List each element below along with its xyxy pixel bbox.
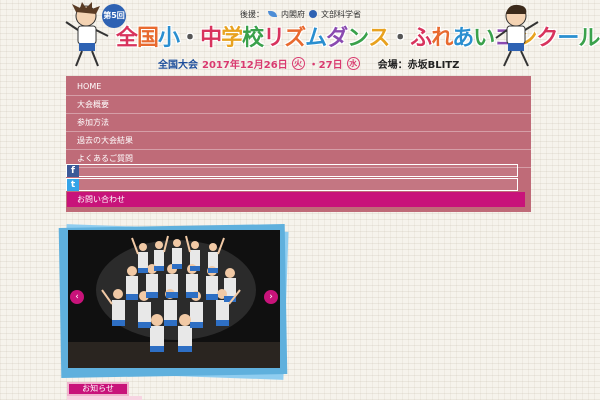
venue: 会場：赤坂BLITZ [377,59,460,71]
title-char: あ [452,26,474,51]
contact-button[interactable]: お問い合わせ [67,192,525,207]
slider-next-button[interactable]: › [264,290,278,304]
mext-icon [309,10,317,18]
facebook-link-row[interactable]: f [66,164,518,177]
title-char: ・ [389,26,411,51]
event-date-line: 全国大会 2017年12月26日 火 ・27日 水 会場：赤坂BLITZ [158,56,460,71]
slider-prev-button[interactable]: ‹ [70,290,84,304]
day-of-week-2: 水 [346,56,360,70]
title-char: 国 [137,26,159,51]
nav-item-overview[interactable]: 大会概要 [66,96,531,114]
title-char: 小 [158,26,180,51]
title-char: ス [368,26,390,51]
facebook-icon[interactable]: f [67,165,79,177]
nav-item-past-results[interactable]: 過去の大会結果 [66,132,531,150]
main-navigation: HOME 大会概要 参加方法 過去の大会結果 よくあるご質問 f t お問い合わ… [66,76,531,212]
title-char: 中 [200,26,222,51]
day-of-week-1: 火 [291,56,305,70]
event-label: 全国大会 [158,59,198,71]
news-section-strip [67,396,142,400]
title-char: ズ [284,26,306,51]
title-char: ン [347,26,369,51]
twitter-icon[interactable]: t [67,179,79,191]
cabinet-office-icon [268,11,277,17]
nav-item-how-to-join[interactable]: 参加方法 [66,114,531,132]
event-date: 2017年12月26日 [202,59,288,71]
sponsor-org-1: 内閣府 [281,9,305,19]
news-section-heading: お知らせ [67,382,129,396]
title-char: ー [557,26,579,51]
title-char: ル [578,26,600,51]
site-header: 第5回 後援： 内閣府 文部科学省 全国小・中学校リズムダンス・ふれあいコンクー… [0,0,600,74]
title-char: ダ [326,26,348,51]
title-char: 学 [221,26,243,51]
dance-performance-image [68,230,280,368]
title-char: ふ [410,26,432,51]
title-char: 校 [242,26,264,51]
event-date-2: ・27日 [308,59,343,71]
sponsor-org-2: 文部科学省 [321,9,361,19]
sponsor-label: 後援： [240,9,264,19]
title-char: 全 [116,26,138,51]
title-char: ・ [179,26,201,51]
sponsor-line: 後援： 内閣府 文部科学省 [240,8,361,20]
title-char: れ [431,26,453,51]
title-char: ム [305,26,327,51]
title-char: リ [263,26,285,51]
slide-photo [68,230,280,368]
mascot-right-illustration [495,4,539,67]
twitter-link-row[interactable]: t [66,178,518,191]
nav-item-home[interactable]: HOME [66,78,531,96]
